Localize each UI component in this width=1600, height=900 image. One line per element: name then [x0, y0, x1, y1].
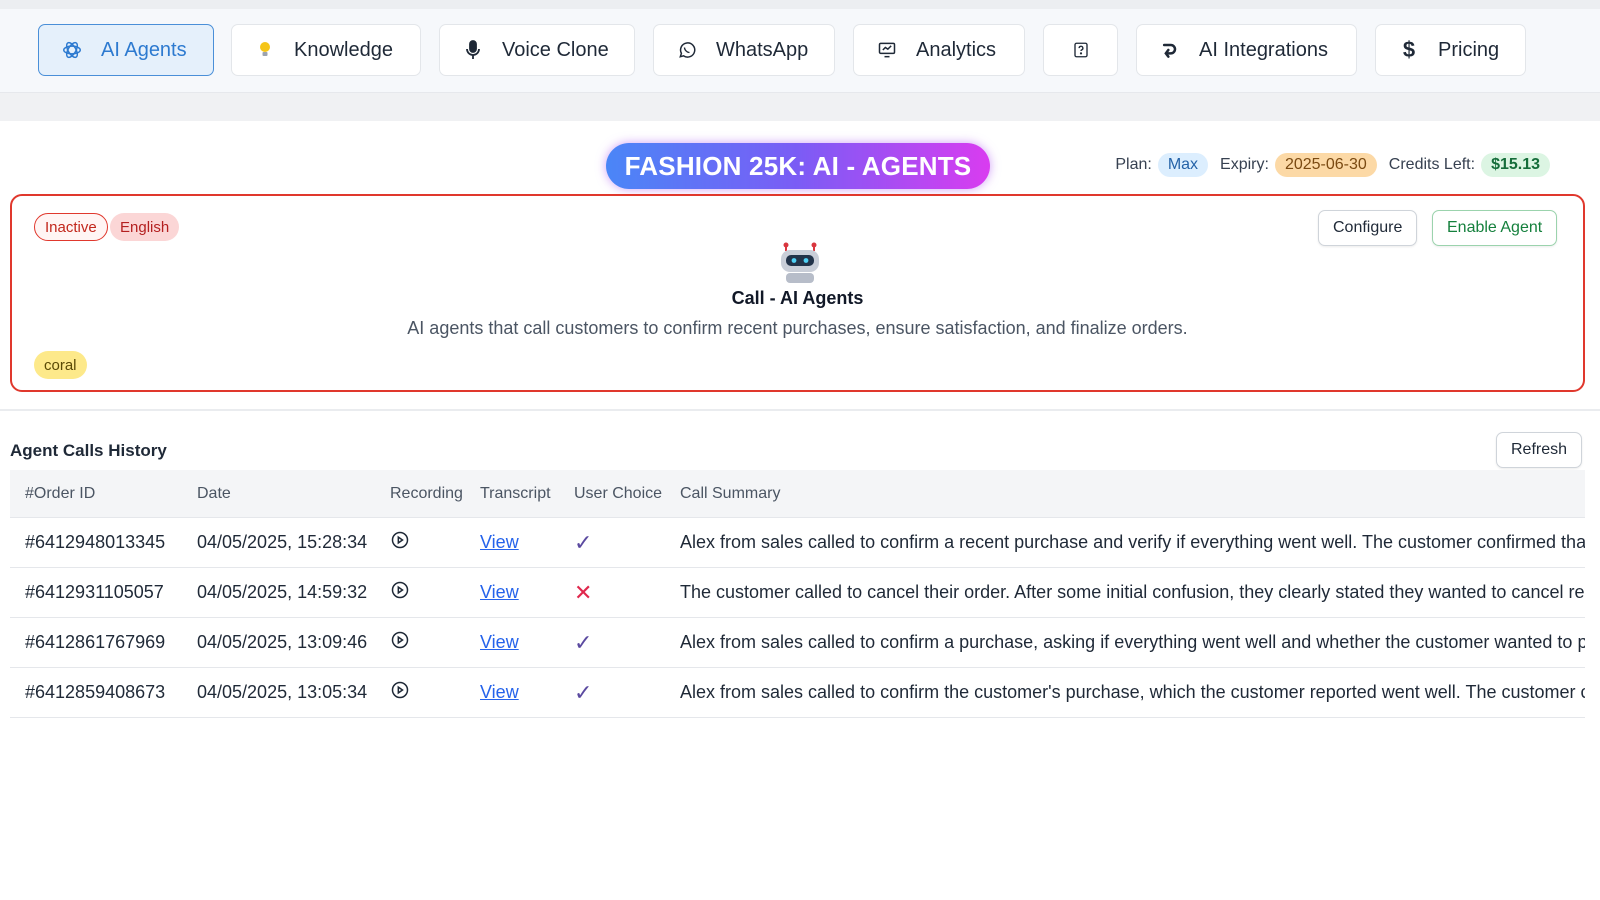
top-strip	[0, 0, 1600, 9]
history-title: Agent Calls History	[10, 441, 167, 460]
agent-name: Call - AI Agents	[731, 288, 864, 308]
choice-check-icon: ✓	[574, 679, 593, 705]
call-date: 04/05/2025, 13:05:34	[197, 682, 368, 702]
color-tag-badge: coral	[34, 351, 87, 379]
order-id: #6412931105057	[25, 582, 164, 602]
call-date: 04/05/2025, 13:09:46	[197, 632, 368, 652]
tab-ai-integrations[interactable]: AI Integrations	[1136, 24, 1357, 76]
top-nav: AI Agents Knowledge Voice Clone WhatsApp…	[0, 9, 1600, 93]
agent-panel: FASHION 25K: AI - AGENTS Plan: Max Expir…	[0, 121, 1600, 411]
col-date: Date	[197, 484, 231, 502]
integration-icon	[1159, 39, 1181, 61]
enable-agent-button[interactable]: Enable Agent	[1432, 210, 1558, 246]
openai-icon	[61, 39, 83, 61]
table-header: #Order ID Date Recording Transcript User…	[10, 470, 1585, 518]
tab-label: AI Agents	[101, 38, 187, 61]
configure-button[interactable]: Configure	[1318, 210, 1418, 246]
table-row: #6412861767969 04/05/2025, 13:09:46 View…	[10, 618, 1585, 668]
table-row: #6412931105057 04/05/2025, 14:59:32 View…	[10, 568, 1585, 618]
play-icon[interactable]	[390, 681, 410, 704]
tab-ai-agents[interactable]: AI Agents	[38, 24, 214, 76]
play-icon[interactable]	[390, 631, 410, 654]
call-summary: Alex from sales called to confirm the cu…	[680, 682, 1585, 702]
page-title: FASHION 25K: AI - AGENTS	[606, 143, 990, 189]
view-transcript-link[interactable]: View	[480, 532, 519, 552]
tab-whatsapp[interactable]: WhatsApp	[653, 24, 835, 76]
tab-knowledge[interactable]: Knowledge	[231, 24, 421, 76]
col-recording: Recording	[390, 484, 463, 502]
col-transcript: Transcript	[480, 484, 551, 502]
col-user-choice: User Choice	[574, 484, 663, 502]
call-summary: The customer called to cancel their orde…	[680, 582, 1585, 602]
table-row: #6412859408673 04/05/2025, 13:05:34 View…	[10, 668, 1585, 718]
tab-pricing[interactable]: $ Pricing	[1375, 24, 1526, 76]
call-summary: Alex from sales called to confirm a purc…	[680, 632, 1585, 652]
call-summary: Alex from sales called to confirm a rece…	[680, 532, 1585, 552]
plan-label: Plan:	[1115, 156, 1152, 173]
choice-cross-icon: ✕	[574, 579, 593, 605]
credits-label: Credits Left:	[1388, 156, 1476, 173]
view-transcript-link[interactable]: View	[480, 632, 519, 652]
robot-icon	[781, 242, 819, 283]
dollar-icon: $	[1402, 37, 1416, 62]
view-transcript-link[interactable]: View	[480, 582, 519, 602]
order-id: #6412859408673	[25, 682, 166, 702]
calls-table: #Order ID Date Recording Transcript User…	[10, 470, 1585, 718]
tab-label: WhatsApp	[716, 38, 809, 61]
choice-check-icon: ✓	[574, 629, 593, 655]
tab-label: Analytics	[916, 38, 997, 61]
section-gap	[0, 93, 1600, 121]
refresh-button[interactable]: Refresh	[1496, 432, 1583, 468]
choice-check-icon: ✓	[574, 529, 593, 555]
help-icon	[1070, 39, 1092, 61]
agent-card: Inactive English Configure Enable Agent …	[10, 194, 1585, 392]
tab-label: Knowledge	[294, 38, 393, 61]
expiry-badge: 2025-06-30	[1274, 153, 1377, 177]
play-icon[interactable]	[390, 531, 410, 554]
lightbulb-icon	[254, 39, 276, 61]
language-badge: English	[110, 213, 180, 241]
view-transcript-link[interactable]: View	[480, 682, 519, 702]
tab-label: AI Integrations	[1199, 38, 1328, 61]
credits-badge: $15.13	[1481, 153, 1550, 177]
expiry-label: Expiry:	[1220, 156, 1269, 173]
analytics-icon	[876, 39, 898, 61]
order-id: #6412948013345	[25, 532, 166, 552]
col-order-id: #Order ID	[25, 484, 96, 502]
play-icon[interactable]	[390, 581, 410, 604]
plan-badge: Max	[1157, 153, 1209, 177]
microphone-icon	[462, 39, 484, 61]
plan-info: Plan: Max Expiry: 2025-06-30 Credits Lef…	[1115, 151, 1550, 179]
col-call-summary: Call Summary	[680, 484, 781, 502]
tab-label: Voice Clone	[502, 38, 609, 61]
table-row: #6412948013345 04/05/2025, 15:28:34 View…	[10, 518, 1585, 568]
agent-description: AI agents that call customers to confirm…	[407, 318, 1188, 338]
call-date: 04/05/2025, 15:28:34	[197, 532, 368, 552]
whatsapp-icon	[676, 39, 698, 61]
status-badge: Inactive	[34, 213, 108, 241]
tab-analytics[interactable]: Analytics	[853, 24, 1025, 76]
tab-help[interactable]	[1043, 24, 1118, 76]
tab-label: Pricing	[1438, 38, 1500, 61]
tab-voice-clone[interactable]: Voice Clone	[439, 24, 635, 76]
call-date: 04/05/2025, 14:59:32	[197, 582, 368, 602]
order-id: #6412861767969	[25, 632, 166, 652]
